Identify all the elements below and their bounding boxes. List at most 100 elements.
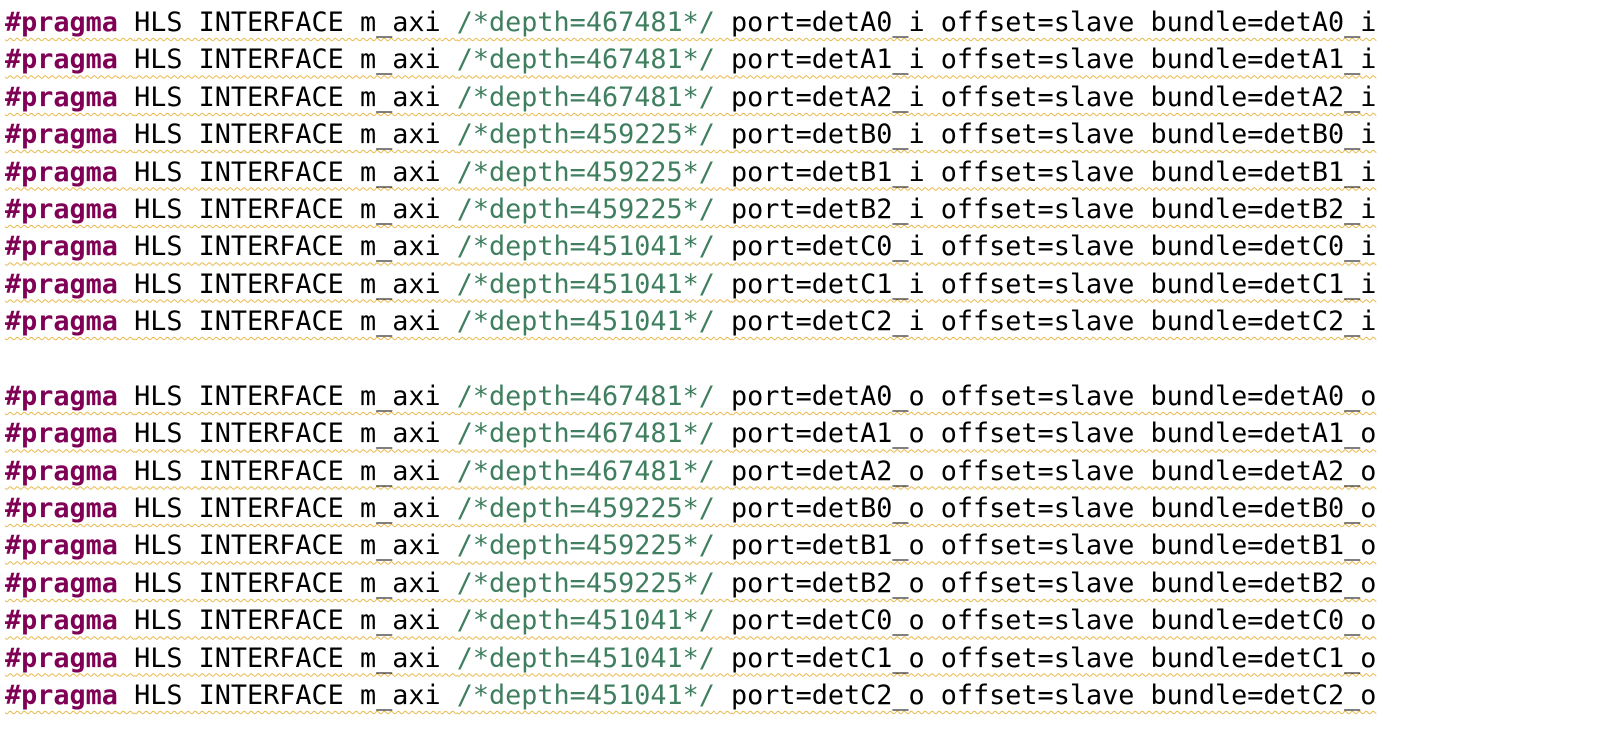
depth-comment: /*depth=467481*/ (456, 380, 715, 412)
code-line-content: #pragma HLS INTERFACE m_axi /*depth=4510… (5, 303, 1376, 340)
pragma-directive: HLS INTERFACE m_axi (134, 642, 441, 674)
pragma-directive: HLS INTERFACE m_axi (134, 81, 441, 113)
depth-comment: /*depth=459225*/ (456, 530, 715, 562)
code-line[interactable]: #pragma HLS INTERFACE m_axi /*depth=4674… (5, 4, 1595, 41)
code-line[interactable]: #pragma HLS INTERFACE m_axi /*depth=4510… (5, 228, 1595, 265)
pragma-keyword: #pragma (5, 81, 118, 113)
pragma-arguments: port=detB1_o offset=slave bundle=detB1_o (731, 530, 1377, 562)
depth-comment: /*depth=451041*/ (456, 231, 715, 263)
pragma-keyword: #pragma (5, 530, 118, 562)
pragma-directive: HLS INTERFACE m_axi (134, 268, 441, 300)
pragma-directive: HLS INTERFACE m_axi (134, 7, 441, 38)
pragma-arguments: port=detB0_i offset=slave bundle=detB0_i (731, 119, 1377, 151)
code-line-content: #pragma HLS INTERFACE m_axi /*depth=4592… (5, 527, 1376, 564)
blank-line[interactable] (5, 341, 1595, 378)
depth-comment: /*depth=451041*/ (456, 680, 715, 712)
pragma-keyword: #pragma (5, 642, 118, 674)
code-line-content: #pragma HLS INTERFACE m_axi /*depth=4592… (5, 116, 1376, 153)
code-line-content: #pragma HLS INTERFACE m_axi /*depth=4674… (5, 415, 1376, 452)
code-line[interactable]: #pragma HLS INTERFACE m_axi /*depth=4592… (5, 527, 1595, 564)
pragma-keyword: #pragma (5, 567, 118, 599)
pragma-keyword: #pragma (5, 156, 118, 188)
pragma-keyword: #pragma (5, 306, 118, 338)
code-line-content: #pragma HLS INTERFACE m_axi /*depth=4510… (5, 677, 1376, 714)
pragma-arguments: port=detA2_i offset=slave bundle=detA2_i (731, 81, 1377, 113)
code-line-content: #pragma HLS INTERFACE m_axi /*depth=4674… (5, 453, 1376, 490)
depth-comment: /*depth=459225*/ (456, 119, 715, 151)
pragma-keyword: #pragma (5, 455, 118, 487)
pragma-arguments: port=detC2_o offset=slave bundle=detC2_o (731, 680, 1377, 712)
pragma-directive: HLS INTERFACE m_axi (134, 567, 441, 599)
code-line-content: #pragma HLS INTERFACE m_axi /*depth=4510… (5, 266, 1376, 303)
code-line[interactable]: #pragma HLS INTERFACE m_axi /*depth=4510… (5, 640, 1595, 677)
pragma-arguments: port=detB2_o offset=slave bundle=detB2_o (731, 567, 1377, 599)
depth-comment: /*depth=459225*/ (456, 156, 715, 188)
pragma-keyword: #pragma (5, 418, 118, 450)
code-line-content: #pragma HLS INTERFACE m_axi /*depth=4592… (5, 154, 1376, 191)
pragma-arguments: port=detA0_o offset=slave bundle=detA0_o (731, 380, 1377, 412)
code-line-content: #pragma HLS INTERFACE m_axi /*depth=4592… (5, 191, 1376, 228)
pragma-directive: HLS INTERFACE m_axi (134, 156, 441, 188)
pragma-arguments: port=detA2_o offset=slave bundle=detA2_o (731, 455, 1377, 487)
pragma-keyword: #pragma (5, 119, 118, 151)
pragma-keyword: #pragma (5, 268, 118, 300)
depth-comment: /*depth=467481*/ (456, 455, 715, 487)
code-line-content: #pragma HLS INTERFACE m_axi /*depth=4592… (5, 490, 1376, 527)
code-line[interactable]: #pragma HLS INTERFACE m_axi /*depth=4592… (5, 565, 1595, 602)
code-line[interactable]: #pragma HLS INTERFACE m_axi /*depth=4674… (5, 453, 1595, 490)
code-line[interactable]: #pragma HLS INTERFACE m_axi /*depth=4510… (5, 266, 1595, 303)
depth-comment: /*depth=467481*/ (456, 7, 715, 38)
pragma-arguments: port=detA1_o offset=slave bundle=detA1_o (731, 418, 1377, 450)
pragma-arguments: port=detC0_i offset=slave bundle=detC0_i (731, 231, 1377, 263)
code-line[interactable]: #pragma HLS INTERFACE m_axi /*depth=4674… (5, 79, 1595, 116)
pragma-directive: HLS INTERFACE m_axi (134, 455, 441, 487)
code-line[interactable]: #pragma HLS INTERFACE m_axi /*depth=4510… (5, 303, 1595, 340)
code-line-content: #pragma HLS INTERFACE m_axi /*depth=4674… (5, 4, 1376, 41)
pragma-directive: HLS INTERFACE m_axi (134, 119, 441, 151)
code-line[interactable]: #pragma HLS INTERFACE m_axi /*depth=4592… (5, 191, 1595, 228)
depth-comment: /*depth=467481*/ (456, 418, 715, 450)
depth-comment: /*depth=459225*/ (456, 493, 715, 525)
pragma-keyword: #pragma (5, 380, 118, 412)
code-line[interactable]: #pragma HLS INTERFACE m_axi /*depth=4592… (5, 116, 1595, 153)
code-line[interactable]: #pragma HLS INTERFACE m_axi /*depth=4674… (5, 378, 1595, 415)
code-line[interactable]: #pragma HLS INTERFACE m_axi /*depth=4510… (5, 677, 1595, 714)
pragma-arguments: port=detB1_i offset=slave bundle=detB1_i (731, 156, 1377, 188)
code-line[interactable]: #pragma HLS INTERFACE m_axi /*depth=4592… (5, 490, 1595, 527)
pragma-arguments: port=detB2_i offset=slave bundle=detB2_i (731, 193, 1377, 225)
code-line[interactable]: #pragma HLS INTERFACE m_axi /*depth=4674… (5, 415, 1595, 452)
code-line[interactable]: #pragma HLS INTERFACE m_axi /*depth=4592… (5, 154, 1595, 191)
pragma-directive: HLS INTERFACE m_axi (134, 530, 441, 562)
pragma-directive: HLS INTERFACE m_axi (134, 231, 441, 263)
pragma-directive: HLS INTERFACE m_axi (134, 380, 441, 412)
pragma-keyword: #pragma (5, 7, 118, 38)
pragma-arguments: port=detA0_i offset=slave bundle=detA0_i (731, 7, 1377, 38)
code-line-content: #pragma HLS INTERFACE m_axi /*depth=4510… (5, 228, 1376, 265)
pragma-keyword: #pragma (5, 44, 118, 76)
pragma-keyword: #pragma (5, 605, 118, 637)
code-editor[interactable]: #pragma HLS INTERFACE m_axi /*depth=4674… (5, 0, 1595, 731)
pragma-directive: HLS INTERFACE m_axi (134, 418, 441, 450)
pragma-keyword: #pragma (5, 493, 118, 525)
depth-comment: /*depth=467481*/ (456, 81, 715, 113)
depth-comment: /*depth=459225*/ (456, 193, 715, 225)
pragma-arguments: port=detC0_o offset=slave bundle=detC0_o (731, 605, 1377, 637)
code-line-content: #pragma HLS INTERFACE m_axi /*depth=4510… (5, 602, 1376, 639)
code-line[interactable]: #pragma HLS INTERFACE m_axi /*depth=4674… (5, 41, 1595, 78)
depth-comment: /*depth=451041*/ (456, 306, 715, 338)
pragma-arguments: port=detC1_o offset=slave bundle=detC1_o (731, 642, 1377, 674)
depth-comment: /*depth=459225*/ (456, 567, 715, 599)
depth-comment: /*depth=451041*/ (456, 642, 715, 674)
pragma-directive: HLS INTERFACE m_axi (134, 306, 441, 338)
pragma-directive: HLS INTERFACE m_axi (134, 493, 441, 525)
pragma-arguments: port=detA1_i offset=slave bundle=detA1_i (731, 44, 1377, 76)
pragma-keyword: #pragma (5, 231, 118, 263)
pragma-directive: HLS INTERFACE m_axi (134, 680, 441, 712)
code-line-content: #pragma HLS INTERFACE m_axi /*depth=4592… (5, 565, 1376, 602)
pragma-arguments: port=detC2_i offset=slave bundle=detC2_i (731, 306, 1377, 338)
code-line[interactable]: #pragma HLS INTERFACE m_axi /*depth=4510… (5, 602, 1595, 639)
code-line-content: #pragma HLS INTERFACE m_axi /*depth=4674… (5, 378, 1376, 415)
pragma-keyword: #pragma (5, 193, 118, 225)
pragma-arguments: port=detB0_o offset=slave bundle=detB0_o (731, 493, 1377, 525)
pragma-directive: HLS INTERFACE m_axi (134, 605, 441, 637)
